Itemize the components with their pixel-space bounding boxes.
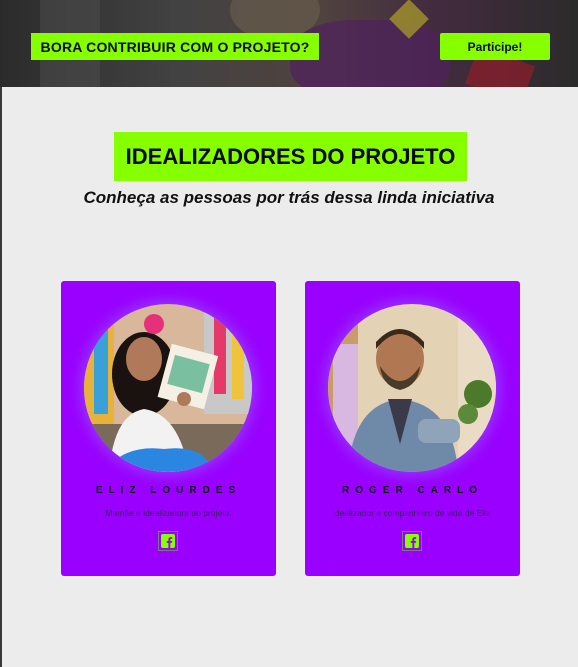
founder-card-roger: ROGER CARLO Idealizador e companheiro de… (305, 281, 520, 576)
page-edge (0, 87, 2, 667)
contribute-callout: BORA CONTRIBUIR COM O PROJETO? (31, 33, 319, 60)
section-subtitle: Conheça as pessoas por trás dessa linda … (83, 188, 495, 207)
founder-description: Idealizador e companheiro de vida de Eli… (332, 508, 493, 518)
hero-banner: BORA CONTRIBUIR COM O PROJETO? Participe… (0, 0, 578, 87)
founder-name: ELIZ LOURDES (95, 485, 242, 496)
founder-name: ROGER CARLO (342, 485, 483, 496)
founder-photo (84, 304, 252, 472)
facebook-link[interactable] (158, 531, 178, 551)
founder-description: Mamãe e idealizadora do projeto. (105, 508, 232, 518)
founder-photo (328, 304, 496, 472)
section-title: IDEALIZADORES DO PROJETO (114, 132, 467, 181)
founder-card-eliz: ELIZ LOURDES Mamãe e idealizadora do pro… (61, 281, 276, 576)
founder-photo-image (328, 304, 496, 472)
facebook-icon (161, 534, 175, 548)
facebook-icon (405, 534, 419, 548)
facebook-link[interactable] (402, 531, 422, 551)
founder-photo-image (84, 304, 252, 472)
participe-button[interactable]: Participe! (440, 33, 550, 60)
